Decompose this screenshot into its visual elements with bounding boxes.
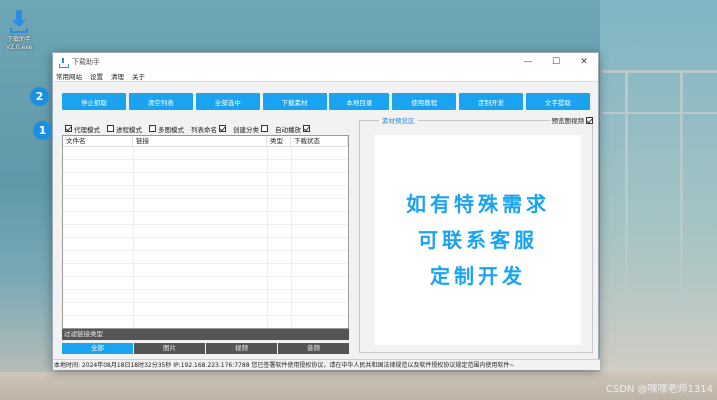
multi-image-checkbox[interactable] [149,125,156,132]
menu-item-about[interactable]: 关于 [132,71,145,81]
option-create-category[interactable]: 创建分类 [233,124,268,134]
preview-area: 如有特殊需求 可联系客服 定制开发 [375,135,581,345]
tab-all[interactable]: 全部 [62,343,133,354]
column-type[interactable]: 类型 [267,136,291,146]
column-filename[interactable]: 文件名 [63,136,133,146]
background-rail [625,70,628,310]
clear-list-button[interactable]: 清空列表 [128,93,193,110]
proxy-mode-label: 代理模式 [74,125,100,134]
status-bar: 本地时间: 2024年08月18日18时32分35秒 IP:192.168.22… [53,359,600,370]
list-naming-checkbox[interactable] [219,125,226,132]
option-multi-image-mode[interactable]: 多图模式 [149,124,184,134]
options-row: 代理模式 进程模式 多图模式 列表命名 创建分类 自动播放 [65,123,349,134]
create-category-label: 创建分类 [233,125,259,134]
column-status[interactable]: 下载状态 [291,136,348,146]
menu-item-settings[interactable]: 设置 [90,71,103,81]
option-proxy-mode[interactable]: 代理模式 [65,124,100,134]
table-grid [63,147,348,328]
window-title: 下载助手 [72,58,100,66]
type-tabs: 全部 图片 视频 音频 [62,343,349,354]
preview-toggle[interactable]: 预览图视频 [548,115,593,125]
preview-legend: 素材预览区 [379,115,418,125]
link-table[interactable]: 文件名 链接 类型 下载状态 [62,135,349,329]
background-wall [600,0,717,400]
tutorial-button[interactable]: 使用教程 [392,93,457,110]
option-autoplay[interactable]: 自动播放 [275,124,310,134]
option-list-naming[interactable]: 列表命名 [191,124,226,134]
proxy-mode-checkbox[interactable] [65,125,72,132]
select-all-button[interactable]: 全部选中 [195,93,260,110]
background-rail [602,112,717,114]
step-badge-1: 1 [33,121,52,140]
watermark: CSDN @嘿嘿老师1314 [605,384,713,395]
local-folder-button[interactable]: 本地目录 [329,93,390,110]
process-mode-checkbox[interactable] [107,125,114,132]
text-extract-button[interactable]: 文字提取 [525,93,590,110]
download-icon [9,10,29,34]
app-download-icon [59,57,69,68]
title-bar[interactable]: 下载助手 — ☐ ✕ [53,53,598,71]
app-window: 下载助手 — ☐ ✕ 常用网站 设置 清理 关于 停止抓取 清空列表 全部选中 … [52,52,600,370]
menu-item-clean[interactable]: 清理 [111,71,124,81]
menu-bar: 常用网站 设置 清理 关于 [53,71,598,82]
column-link[interactable]: 链接 [133,136,267,146]
table-header: 文件名 链接 类型 下载状态 [63,136,348,147]
preview-line-1: 如有特殊需求 [406,192,550,216]
option-process-mode[interactable]: 进程模式 [107,124,142,134]
process-mode-label: 进程模式 [116,125,142,134]
filter-link-type: 过滤链接类型 [62,329,349,340]
tab-videos[interactable]: 视频 [206,343,277,354]
preview-toggle-label: 预览图视频 [551,117,585,125]
preview-panel: 素材预览区 预览图视频 如有特殊需求 可联系客服 定制开发 [359,115,593,353]
preview-line-2: 可联系客服 [418,228,538,252]
custom-dev-button[interactable]: 定制开发 [459,93,524,110]
maximize-button[interactable]: ☐ [542,57,570,67]
toolbar: 停止抓取 清空列表 全部选中 下载素材 本地目录 使用教程 定制开发 文字提取 [62,93,590,111]
preview-line-3: 定制开发 [430,264,526,288]
create-category-checkbox[interactable] [261,125,268,132]
background-rail [680,70,683,310]
desktop-shortcut-label: 下载助手 V2.0.exe [5,36,33,51]
background-rail [602,70,717,73]
menu-item-websites[interactable]: 常用网站 [56,71,82,81]
minimize-button[interactable]: — [514,57,542,67]
multi-image-label: 多图模式 [158,125,184,134]
step-badge-2: 2 [30,87,49,106]
list-naming-label: 列表命名 [191,125,217,134]
stop-capture-button[interactable]: 停止抓取 [62,93,126,110]
tab-audio[interactable]: 音频 [278,343,349,354]
close-button[interactable]: ✕ [570,57,598,67]
desktop-shortcut[interactable]: 下载助手 V2.0.exe [2,10,36,52]
preview-toggle-checkbox[interactable] [586,116,593,124]
download-assets-button[interactable]: 下载素材 [262,93,327,110]
tab-images[interactable]: 图片 [134,343,205,354]
autoplay-label: 自动播放 [275,125,301,134]
autoplay-checkbox[interactable] [303,125,310,132]
